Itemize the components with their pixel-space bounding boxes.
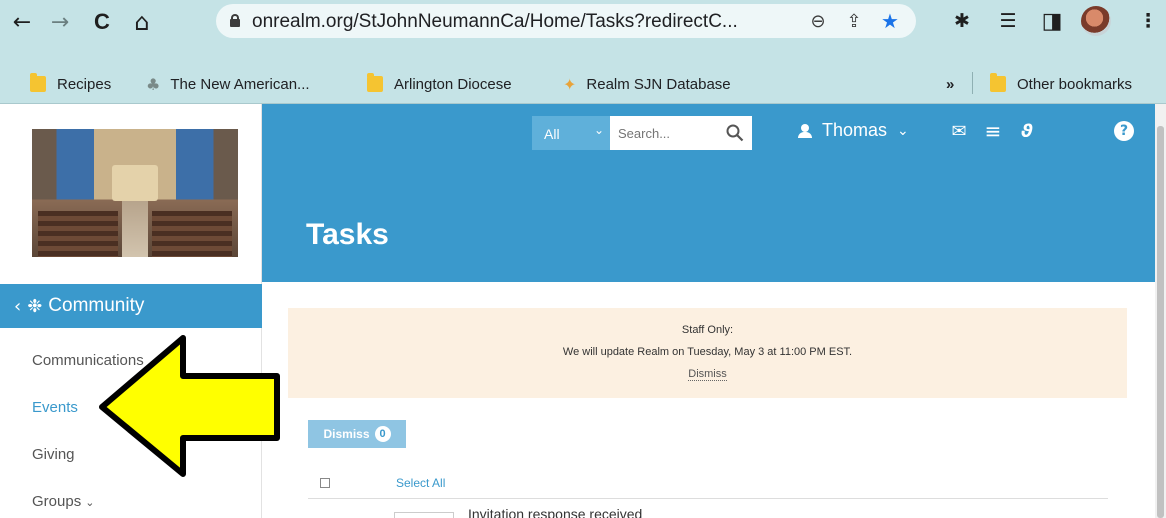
tree-icon: ♣: [146, 74, 161, 94]
share-icon[interactable]: ⇪: [842, 9, 866, 33]
bookmark-new-american[interactable]: ♣ The New American...: [146, 73, 310, 95]
bookmark-label: Realm SJN Database: [586, 75, 731, 93]
folder-icon: [990, 73, 1006, 92]
sidebar-item-communications[interactable]: Communications: [32, 352, 144, 369]
bookmark-label: Other bookmarks: [1017, 75, 1133, 93]
scope-value: All: [544, 126, 560, 142]
web-page: ‹ ❉ Community Communications Events Givi…: [0, 104, 1166, 518]
list-icon[interactable]: ≡: [980, 118, 1006, 144]
realm-icon: ✦: [563, 74, 577, 94]
select-all-link[interactable]: Select All: [396, 476, 445, 490]
address-bar[interactable]: onrealm.org/StJohnNeumannCa/Home/Tasks?r…: [216, 4, 916, 38]
staff-notice-banner: Staff Only: We will update Realm on Tues…: [288, 308, 1127, 398]
page-header: All ⌄ Thomas ⌄ ✉ ≡ ϑ ? Tasks: [262, 104, 1155, 282]
bookmark-recipes[interactable]: Recipes: [30, 73, 111, 95]
search-input[interactable]: [610, 116, 718, 150]
sidebar-item-label: Groups: [32, 493, 82, 510]
browser-toolbar: ← → C ⌂ onrealm.org/StJohnNeumannCa/Home…: [0, 0, 1166, 62]
bookmark-realm-sjn[interactable]: ✦ Realm SJN Database: [563, 73, 731, 95]
chevron-down-icon: ⌄: [594, 123, 605, 137]
realm-icon[interactable]: ϑ: [1014, 118, 1040, 144]
dismiss-button-label: Dismiss: [323, 427, 370, 441]
notice-heading: Staff Only:: [681, 324, 734, 336]
page-scrollbar[interactable]: [1155, 104, 1166, 518]
chevron-down-icon: ⌄: [85, 496, 95, 509]
home-icon[interactable]: ⌂: [126, 6, 158, 38]
forward-arrow-icon[interactable]: →: [44, 6, 76, 38]
browser-menu-icon[interactable]: ⋮: [1134, 7, 1162, 35]
bookmark-arlington-diocese[interactable]: Arlington Diocese: [367, 73, 512, 95]
side-panel-icon[interactable]: ◨: [1038, 7, 1066, 35]
bookmarks-bar: Recipes ♣ The New American... Arlington …: [0, 62, 1166, 104]
lock-icon: [230, 14, 240, 27]
main-content: All ⌄ Thomas ⌄ ✉ ≡ ϑ ? Tasks Sta: [262, 104, 1166, 518]
chevron-left-icon[interactable]: ‹: [14, 296, 21, 317]
sidebar: ‹ ❉ Community Communications Events Givi…: [0, 104, 262, 518]
user-name: Thomas: [822, 120, 888, 140]
zoom-icon[interactable]: ⊖: [806, 9, 830, 33]
search-button[interactable]: [718, 116, 752, 150]
row-divider: [308, 498, 1108, 499]
bookmark-label: Arlington Diocese: [394, 75, 512, 93]
community-icon: ❉: [27, 295, 43, 317]
sidebar-item-giving[interactable]: Giving: [32, 446, 75, 463]
scrollbar-thumb[interactable]: [1157, 126, 1164, 518]
user-menu[interactable]: Thomas ⌄: [798, 120, 909, 141]
bookmark-label: The New American...: [170, 75, 310, 93]
profile-avatar[interactable]: [1081, 6, 1111, 36]
bookmark-star-icon[interactable]: ★: [878, 9, 902, 33]
sidebar-item-groups[interactable]: Groups ⌄: [32, 493, 94, 510]
reload-icon[interactable]: C: [86, 6, 118, 38]
bookmarks-overflow-button[interactable]: »: [946, 73, 954, 95]
community-section-header[interactable]: ‹ ❉ Community: [0, 284, 262, 328]
church-logo-image: [32, 129, 238, 257]
dismiss-button[interactable]: Dismiss 0: [308, 420, 406, 448]
task-row-thumbnail: [394, 512, 454, 518]
folder-icon: [30, 73, 46, 92]
section-title: Community: [48, 295, 145, 316]
page-title: Tasks: [306, 218, 389, 251]
chevron-down-icon: ⌄: [897, 122, 909, 139]
extensions-icon[interactable]: ✱: [948, 7, 976, 35]
sidebar-item-events[interactable]: Events: [32, 399, 78, 416]
bookmark-other[interactable]: Other bookmarks: [990, 73, 1132, 95]
select-all-checkbox[interactable]: [320, 478, 330, 488]
bookmark-label: Recipes: [57, 75, 112, 93]
bookmarks-separator: [972, 72, 973, 94]
back-arrow-icon[interactable]: ←: [6, 6, 38, 38]
folder-icon: [367, 73, 383, 92]
help-icon[interactable]: ?: [1114, 121, 1134, 141]
notice-dismiss-container: Dismiss: [288, 368, 1127, 381]
task-row-text[interactable]: Invitation response received: [468, 506, 642, 518]
mail-icon[interactable]: ✉: [946, 118, 972, 144]
user-icon: [798, 123, 812, 138]
url-text[interactable]: onrealm.org/StJohnNeumannCa/Home/Tasks?r…: [252, 11, 738, 33]
notice-message: We will update Realm on Tuesday, May 3 a…: [562, 346, 853, 358]
notice-dismiss-link[interactable]: Dismiss: [688, 368, 727, 381]
search-icon: [726, 124, 744, 142]
search-scope-select[interactable]: All ⌄: [532, 116, 610, 150]
reading-list-icon[interactable]: ☰: [994, 7, 1022, 35]
dismiss-count-badge: 0: [374, 426, 391, 442]
